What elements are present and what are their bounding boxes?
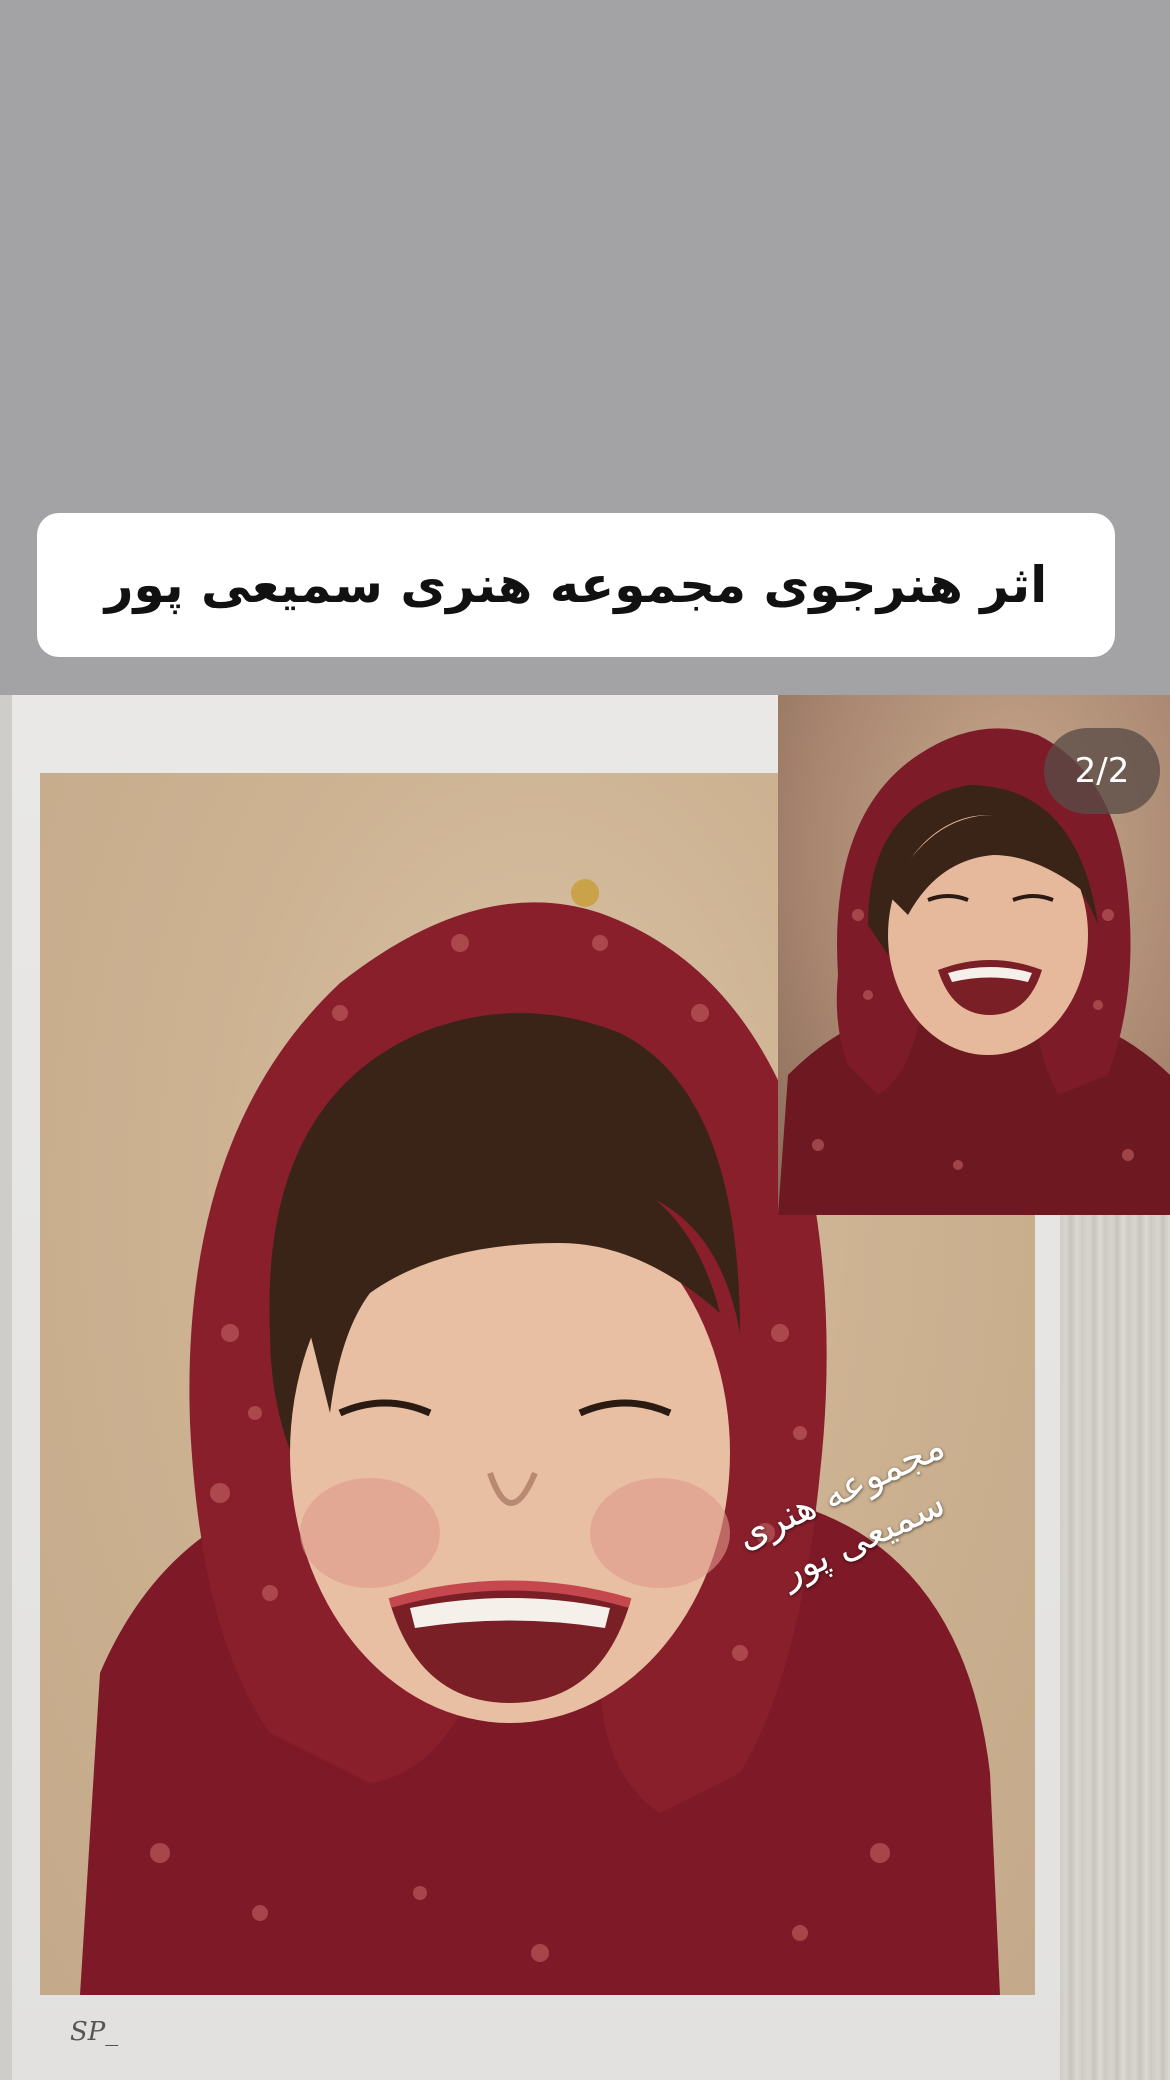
story-photo[interactable]: SP_ [0, 695, 1170, 2080]
page-indicator-badge: 2/2 [1044, 728, 1160, 814]
paper-edge [0, 695, 12, 2080]
artist-signature: SP_ [70, 2017, 119, 2047]
caption-box: اثر هنرجوی مجموعه هنری سمیعی پور [37, 513, 1115, 657]
caption-text: اثر هنرجوی مجموعه هنری سمیعی پور [104, 556, 1048, 614]
wood-background [1060, 1215, 1170, 2080]
